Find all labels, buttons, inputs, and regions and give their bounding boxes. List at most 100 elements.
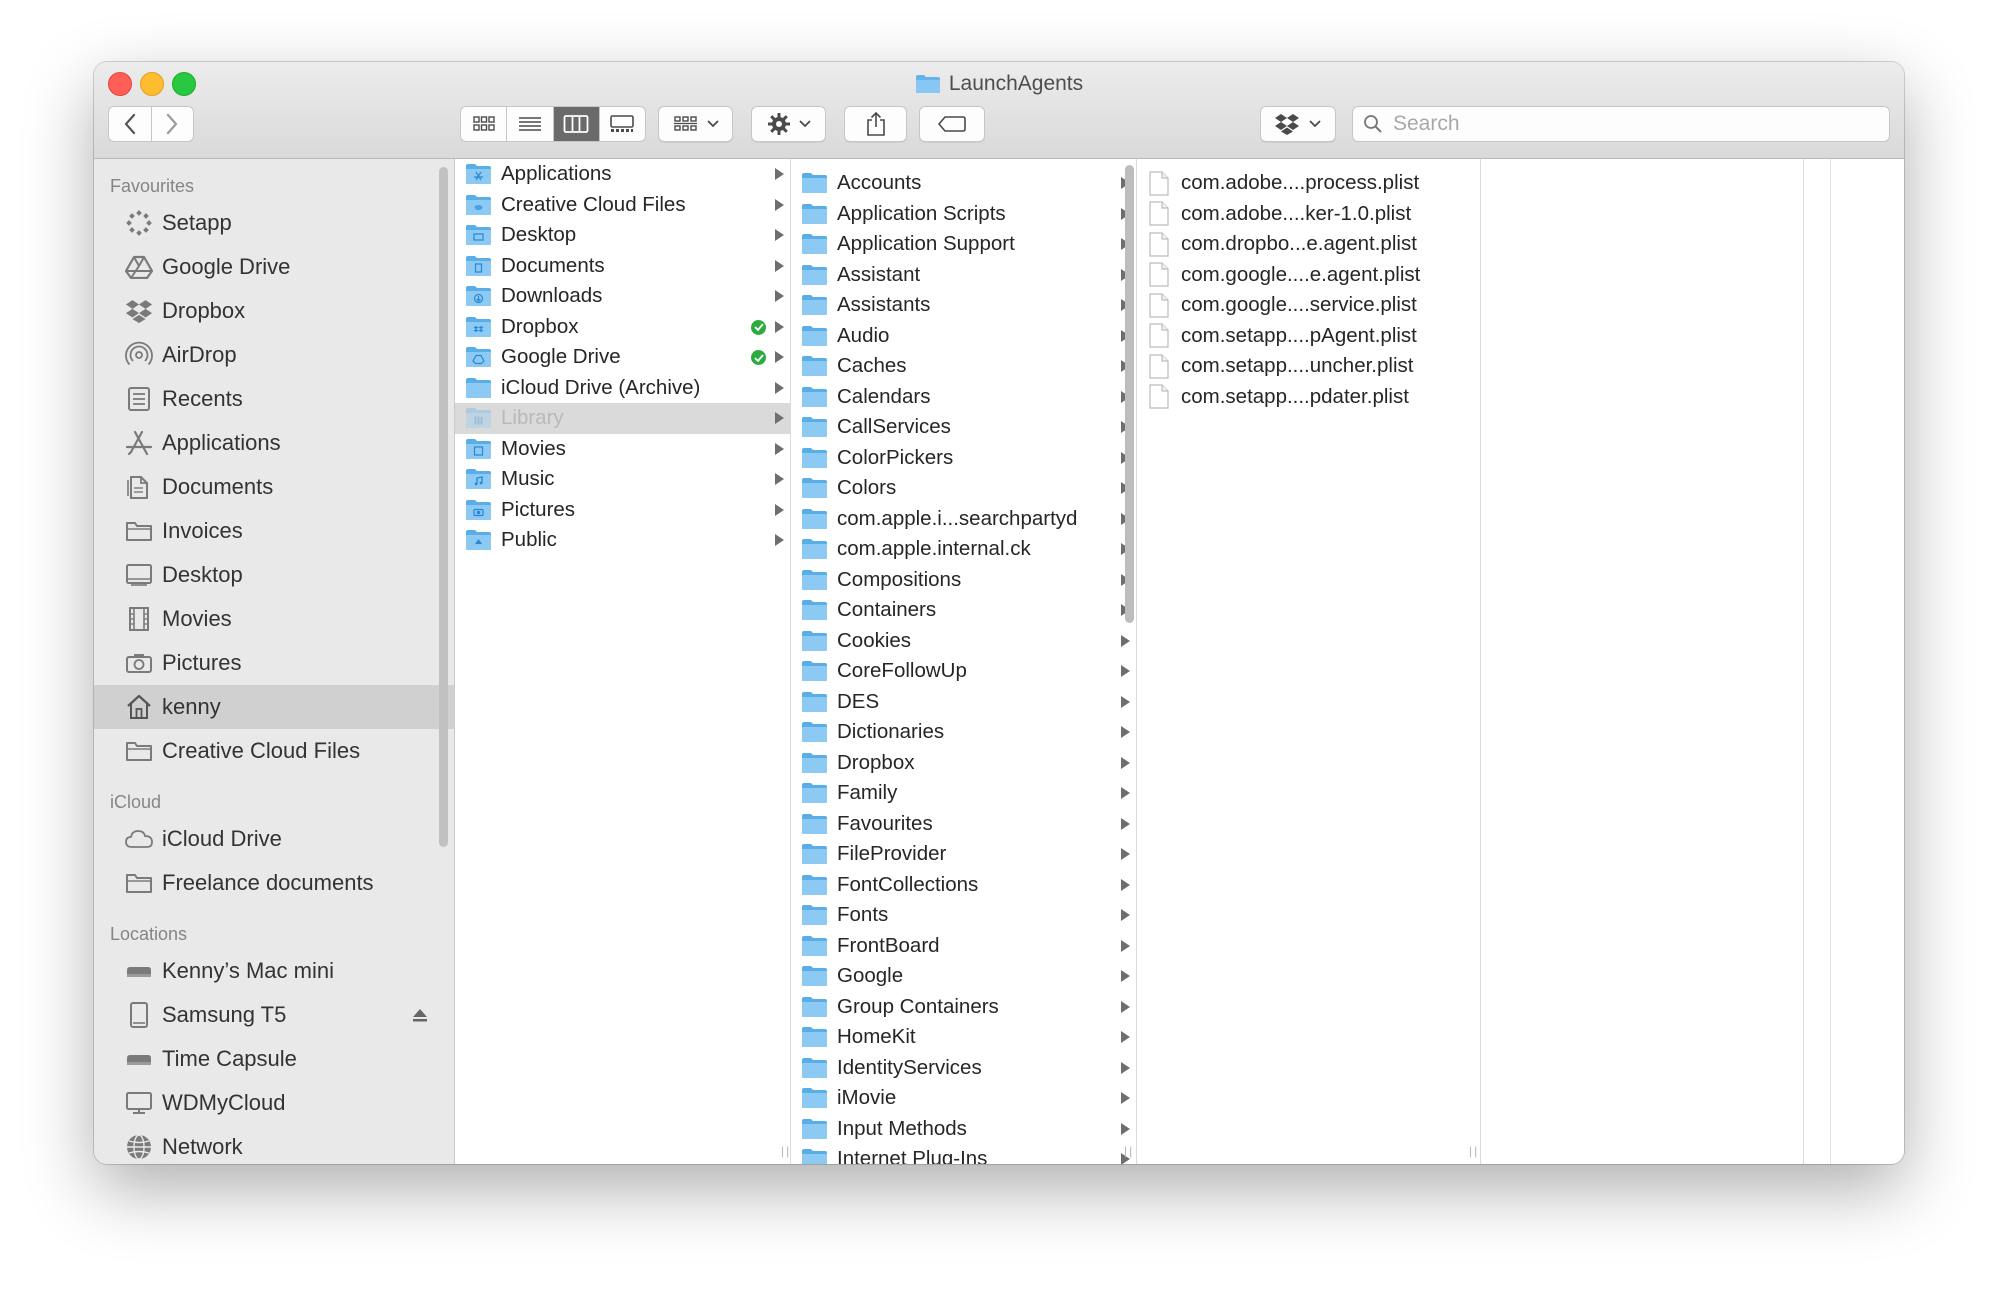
- gallery-view-button[interactable]: [600, 107, 645, 141]
- icon-view-button[interactable]: [461, 107, 508, 141]
- back-button[interactable]: [109, 107, 152, 141]
- folder-row[interactable]: Movies: [455, 434, 790, 465]
- column-resize-handle[interactable]: ||: [1469, 1144, 1479, 1158]
- folder-row[interactable]: CoreFollowUp: [791, 656, 1136, 687]
- folder-row[interactable]: Colors: [791, 473, 1136, 504]
- folder-row[interactable]: Library: [455, 403, 790, 434]
- folder-row[interactable]: iMovie: [791, 1083, 1136, 1114]
- file-row[interactable]: com.adobe....process.plist: [1137, 168, 1480, 199]
- share-button[interactable]: [844, 106, 907, 142]
- folder-row[interactable]: com.apple.i...searchpartyd: [791, 504, 1136, 535]
- folder-row[interactable]: FileProvider: [791, 839, 1136, 870]
- sidebar-item-samsung-t5[interactable]: Samsung T5: [94, 993, 454, 1037]
- folder-row[interactable]: Compositions: [791, 565, 1136, 596]
- sidebar-item-desktop[interactable]: Desktop: [94, 553, 454, 597]
- folder-row[interactable]: Google: [791, 961, 1136, 992]
- sidebar-item-documents[interactable]: Documents: [94, 465, 454, 509]
- library-scrollbar[interactable]: [1125, 165, 1134, 623]
- folder-row[interactable]: com.apple.internal.ck: [791, 534, 1136, 565]
- dropbox-menu-button[interactable]: [1260, 106, 1336, 142]
- folder-row[interactable]: Dictionaries: [791, 717, 1136, 748]
- folder-row[interactable]: FontCollections: [791, 870, 1136, 901]
- forward-button[interactable]: [152, 107, 194, 141]
- sidebar-item-freelance-documents[interactable]: Freelance documents: [94, 861, 454, 905]
- sidebar-item-movies[interactable]: Movies: [94, 597, 454, 641]
- sidebar-item-wdmycloud[interactable]: WDMyCloud: [94, 1081, 454, 1125]
- folder-row[interactable]: Internet Plug-Ins: [791, 1144, 1136, 1164]
- file-row[interactable]: com.setapp....pdater.plist: [1137, 382, 1480, 413]
- column-view-button[interactable]: [553, 107, 600, 141]
- action-menu-button[interactable]: [751, 106, 826, 142]
- folder-row[interactable]: Favourites: [791, 809, 1136, 840]
- sidebar-item-kenny-s-mac-mini[interactable]: Kenny’s Mac mini: [94, 949, 454, 993]
- folder-row[interactable]: Public: [455, 525, 790, 556]
- folder-row[interactable]: Input Methods: [791, 1114, 1136, 1145]
- sidebar-item-airdrop[interactable]: AirDrop: [94, 333, 454, 377]
- folder-row[interactable]: Family: [791, 778, 1136, 809]
- folder-row[interactable]: iCloud Drive (Archive): [455, 373, 790, 404]
- folder-row[interactable]: Creative Cloud Files: [455, 190, 790, 221]
- column-resize-handle[interactable]: ||: [781, 1144, 790, 1158]
- folder-row[interactable]: Accounts: [791, 168, 1136, 199]
- cloud-icon: [124, 824, 154, 854]
- file-row[interactable]: com.setapp....uncher.plist: [1137, 351, 1480, 382]
- list-view-button[interactable]: [507, 107, 554, 141]
- folder-row[interactable]: Containers: [791, 595, 1136, 626]
- file-row[interactable]: com.dropbo...e.agent.plist: [1137, 229, 1480, 260]
- sidebar-item-invoices[interactable]: Invoices: [94, 509, 454, 553]
- folder-row[interactable]: IdentityServices: [791, 1053, 1136, 1084]
- sidebar-item-google-drive[interactable]: Google Drive: [94, 245, 454, 289]
- folder-row[interactable]: ColorPickers: [791, 443, 1136, 474]
- file-row[interactable]: com.setapp....pAgent.plist: [1137, 321, 1480, 352]
- folder-row[interactable]: HomeKit: [791, 1022, 1136, 1053]
- sidebar-item-network[interactable]: Network: [94, 1125, 454, 1164]
- folder-row[interactable]: Desktop: [455, 220, 790, 251]
- folder-row[interactable]: Google Drive: [455, 342, 790, 373]
- sidebar-item-label: WDMyCloud: [162, 1090, 286, 1115]
- search-field[interactable]: [1352, 106, 1890, 142]
- sidebar-item-creative-cloud-files[interactable]: Creative Cloud Files: [94, 729, 454, 773]
- sidebar-item-pictures[interactable]: Pictures: [94, 641, 454, 685]
- sidebar-item-dropbox[interactable]: Dropbox: [94, 289, 454, 333]
- folder-row[interactable]: Application Support: [791, 229, 1136, 260]
- gallery-icon: [610, 115, 635, 132]
- sidebar-item-time-capsule[interactable]: Time Capsule: [94, 1037, 454, 1081]
- folder-row[interactable]: Documents: [455, 251, 790, 282]
- folder-row[interactable]: Applications: [455, 159, 790, 190]
- sidebar-item-icloud-drive[interactable]: iCloud Drive: [94, 817, 454, 861]
- folder-row[interactable]: Cookies: [791, 626, 1136, 657]
- folder-row[interactable]: Music: [455, 464, 790, 495]
- sidebar-item-setapp[interactable]: Setapp: [94, 201, 454, 245]
- item-label: IdentityServices: [837, 1055, 982, 1079]
- sidebar-item-kenny[interactable]: kenny: [94, 685, 454, 729]
- column-resize-handle[interactable]: ||: [1124, 1144, 1134, 1158]
- folder-row[interactable]: Downloads: [455, 281, 790, 312]
- folder-row[interactable]: Assistant: [791, 260, 1136, 291]
- sidebar-scrollbar[interactable]: [439, 167, 448, 847]
- group-by-button[interactable]: [658, 106, 733, 142]
- folder-row[interactable]: Group Containers: [791, 992, 1136, 1023]
- dropbox-icon: [124, 296, 154, 326]
- folder-row[interactable]: Assistants: [791, 290, 1136, 321]
- folder-icon: [124, 868, 154, 898]
- file-row[interactable]: com.adobe....ker-1.0.plist: [1137, 199, 1480, 230]
- file-row[interactable]: com.google....service.plist: [1137, 290, 1480, 321]
- folder-row[interactable]: Audio: [791, 321, 1136, 352]
- folder-row[interactable]: Pictures: [455, 495, 790, 526]
- tags-button[interactable]: [919, 106, 985, 142]
- folder-row[interactable]: Caches: [791, 351, 1136, 382]
- search-input[interactable]: [1391, 111, 1875, 137]
- folder-row[interactable]: Dropbox: [455, 312, 790, 343]
- folder-row[interactable]: Application Scripts: [791, 199, 1136, 230]
- sidebar-item-recents[interactable]: Recents: [94, 377, 454, 421]
- folder-row[interactable]: DES: [791, 687, 1136, 718]
- folder-row[interactable]: FrontBoard: [791, 931, 1136, 962]
- sidebar-item-applications[interactable]: Applications: [94, 421, 454, 465]
- icon-grid-icon: [472, 116, 495, 131]
- folder-row[interactable]: CallServices: [791, 412, 1136, 443]
- folder-row[interactable]: Fonts: [791, 900, 1136, 931]
- file-row[interactable]: com.google....e.agent.plist: [1137, 260, 1480, 291]
- eject-icon[interactable]: [412, 1002, 428, 1028]
- folder-row[interactable]: Dropbox: [791, 748, 1136, 779]
- folder-row[interactable]: Calendars: [791, 382, 1136, 413]
